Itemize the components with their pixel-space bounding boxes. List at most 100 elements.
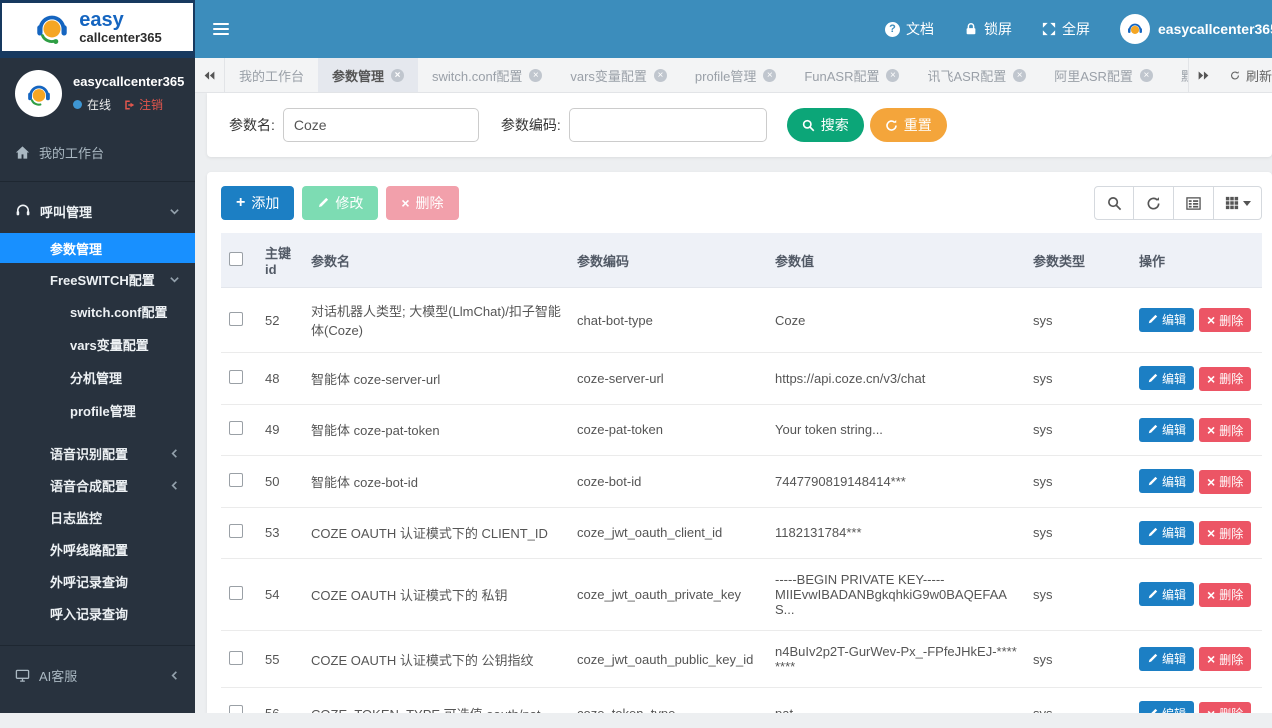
select-all-checkbox[interactable] (229, 251, 243, 266)
row-checkbox[interactable] (229, 369, 243, 384)
cell-code: coze_jwt_oauth_public_key_id (569, 630, 767, 688)
tab-workbench[interactable]: 我的工作台 (225, 58, 318, 92)
edit-icon (1148, 476, 1158, 485)
row-checkbox[interactable] (229, 311, 243, 326)
columns-dropdown-button[interactable] (1214, 186, 1262, 220)
delete-button[interactable]: ×删除 (1199, 418, 1252, 442)
tab-ali-asr-config[interactable]: 阿里ASR配置 × (1040, 58, 1167, 92)
tabs-scroll-right-button[interactable] (1188, 58, 1218, 92)
search-icon (1107, 196, 1121, 210)
online-status-label: 在线 (87, 98, 112, 112)
close-icon[interactable]: × (886, 68, 900, 82)
row-checkbox[interactable] (229, 421, 243, 436)
sidebar-item-ai-service[interactable]: AI客服 (0, 653, 195, 697)
close-icon[interactable]: × (763, 68, 777, 82)
logout-icon (125, 100, 135, 109)
delete-button[interactable]: ×删除 (1199, 521, 1252, 545)
edit-button[interactable]: 编辑 (1139, 582, 1195, 607)
edit-button[interactable]: 编辑 (1139, 520, 1195, 545)
modify-button[interactable]: 修改 (302, 186, 379, 220)
sidebar-item-freeswitch-config[interactable]: FreeSWITCH配置 (0, 263, 195, 295)
user-menu[interactable]: easycallcenter365 (1120, 14, 1272, 44)
table-row: 53 COZE OAUTH 认证模式下的 CLIENT_ID coze_jwt_… (221, 507, 1262, 559)
sidebar-item-tts-config[interactable]: 语音合成配置 (0, 469, 195, 501)
edit-button[interactable]: 编辑 (1139, 469, 1195, 493)
row-checkbox[interactable] (229, 586, 243, 600)
delete-button[interactable]: ×删除 (1199, 647, 1252, 672)
sidebar-item-vars-config[interactable]: vars变量配置 (0, 328, 195, 361)
cell-value: Your token string... (767, 404, 1025, 456)
sidebar-item-outbound-line-config[interactable]: 外呼线路配置 (0, 533, 195, 565)
sidebar-item-inbound-records[interactable]: 呼入记录查询 (0, 597, 195, 629)
tab-vars-config[interactable]: vars变量配置 × (556, 58, 681, 92)
fullscreen-link[interactable]: 全屏 (1042, 19, 1090, 39)
search-button[interactable]: 搜索 (786, 108, 864, 142)
monitor-icon (15, 668, 30, 683)
cell-type: sys (1025, 558, 1131, 631)
chevron-left-icon (169, 448, 180, 459)
row-checkbox[interactable] (229, 472, 243, 487)
search-icon (802, 119, 815, 131)
delete-button[interactable]: ×删除 (1199, 701, 1252, 713)
edit-button[interactable]: 编辑 (1139, 417, 1195, 442)
tab-param-management[interactable]: 参数管理 × (318, 58, 419, 92)
row-checkbox[interactable] (229, 524, 243, 539)
cell-value: pat (767, 687, 1025, 713)
sidebar-item-extension-management[interactable]: 分机管理 (0, 361, 195, 394)
close-icon[interactable]: × (1013, 68, 1027, 82)
column-header-type: 参数类型 (1025, 233, 1131, 288)
row-checkbox[interactable] (229, 704, 243, 713)
delete-button[interactable]: ×删除 (1199, 308, 1252, 333)
close-icon[interactable]: × (391, 68, 405, 82)
cell-type: sys (1025, 687, 1131, 713)
param-name-input[interactable] (282, 108, 479, 142)
table-refresh-button[interactable] (1134, 186, 1174, 220)
sidebar-item-asr-config[interactable]: 语音识别配置 (0, 437, 195, 469)
tabs-scroll-left-button[interactable] (195, 58, 225, 92)
x-icon: × (1207, 586, 1216, 603)
row-checkbox[interactable] (229, 650, 243, 665)
delete-button[interactable]: ×删除 (1199, 366, 1252, 391)
cell-code: coze_jwt_oauth_private_key (569, 558, 767, 631)
close-icon[interactable]: × (1139, 68, 1153, 82)
docs-link[interactable]: ? 文档 (885, 19, 934, 39)
add-button[interactable]: + 添加 (221, 186, 295, 220)
menu-toggle-icon[interactable] (195, 0, 247, 58)
reset-button[interactable]: 重置 (869, 108, 947, 142)
columns-grid-icon (1225, 196, 1238, 210)
sidebar-item-log-monitor[interactable]: 日志监控 (0, 501, 195, 533)
param-code-input[interactable] (568, 108, 767, 142)
table-panel: + 添加 修改 × 删除 主键id 参数名 参数编码 参数值 参数类型 操作 5… (207, 172, 1272, 713)
sidebar-item-switch-conf[interactable]: switch.conf配置 (0, 295, 195, 328)
edit-button[interactable]: 编辑 (1139, 646, 1195, 671)
edit-button[interactable]: 编辑 (1139, 366, 1195, 390)
tab-profile-management[interactable]: profile管理 × (681, 58, 790, 92)
tabs-refresh-button[interactable]: 刷新 (1218, 58, 1272, 92)
sidebar-item-workbench[interactable]: 我的工作台 (0, 130, 195, 174)
close-icon[interactable]: × (529, 68, 543, 82)
sidebar-username: easycallcenter365 (73, 74, 185, 89)
logout-link[interactable]: 注销 (123, 96, 163, 113)
tab-funasr-config[interactable]: FunASR配置 × (790, 58, 913, 92)
tab-switch-conf[interactable]: switch.conf配置 × (418, 58, 556, 92)
edit-button[interactable]: 编辑 (1139, 307, 1195, 332)
chevron-down-icon (169, 274, 180, 285)
lock-screen-link[interactable]: 锁屏 (964, 19, 1012, 39)
delete-selected-button[interactable]: × 删除 (386, 186, 459, 220)
sidebar-item-profile-management[interactable]: profile管理 (0, 394, 195, 427)
toggle-view-button[interactable] (1174, 186, 1214, 220)
sidebar-item-outbound-records[interactable]: 外呼记录查询 (0, 565, 195, 597)
search-panel: 参数名: 参数编码: 搜索 重置 (207, 93, 1272, 157)
param-name-label: 参数名: (229, 117, 275, 133)
table-search-toggle-button[interactable] (1094, 186, 1134, 220)
close-icon[interactable]: × (653, 68, 667, 82)
cell-id: 55 (257, 630, 303, 688)
tab-xunfei-asr-config[interactable]: 讯飞ASR配置 × (913, 58, 1040, 92)
tab-default-asr[interactable]: 默认A (1167, 58, 1188, 92)
edit-button[interactable]: 编辑 (1139, 701, 1195, 713)
sidebar-item-call-management[interactable]: 呼叫管理 (0, 189, 195, 233)
delete-button[interactable]: ×删除 (1199, 469, 1252, 494)
sidebar-item-param-management[interactable]: 参数管理 (0, 233, 195, 263)
delete-button[interactable]: ×删除 (1199, 582, 1252, 607)
cell-value: https://api.coze.cn/v3/chat (767, 352, 1025, 405)
